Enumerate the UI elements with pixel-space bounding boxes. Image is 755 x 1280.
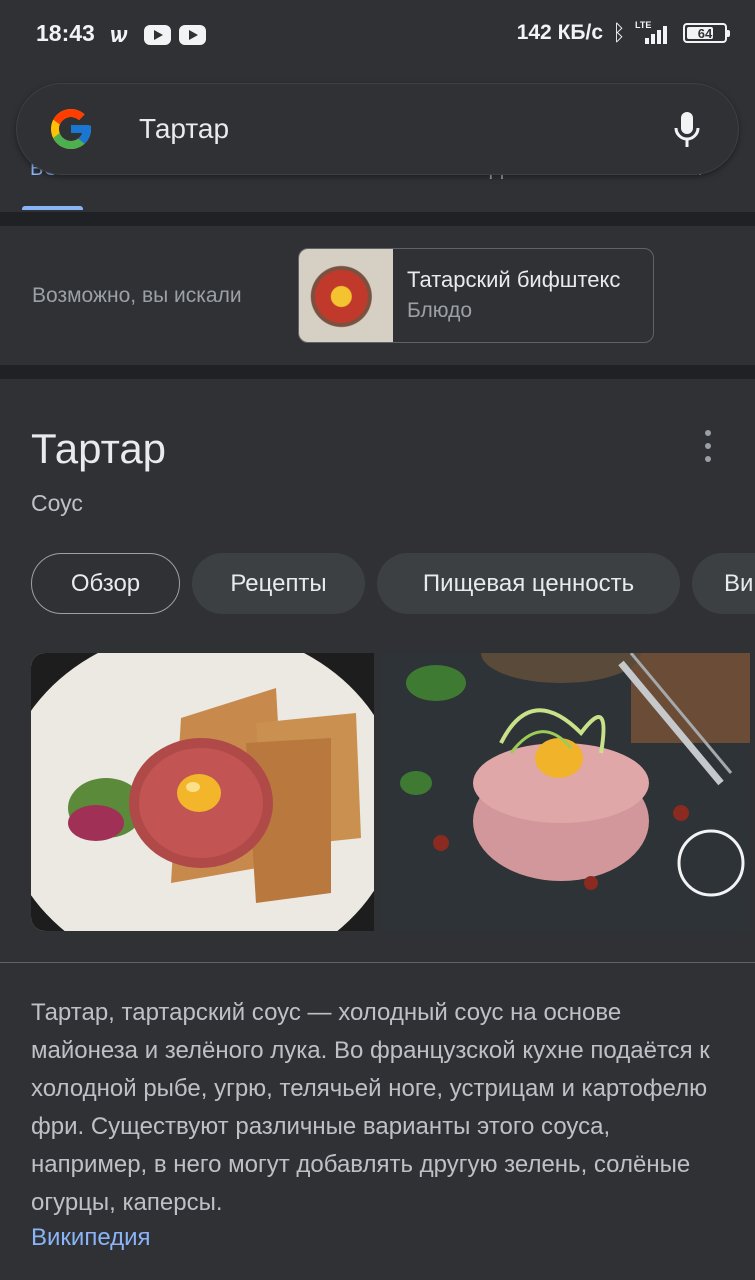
battery-icon: 64 [683,23,730,43]
youtube-icon [179,25,206,45]
search-bar[interactable]: Тартар [16,83,739,175]
chip-nutrition[interactable]: Пищевая ценность [377,553,680,614]
tartare-thumbnail-image [299,249,393,342]
battery-level: 64 [697,25,713,41]
w-icon: ѡ [110,22,128,47]
chip-overview[interactable]: Обзор [31,553,180,614]
knowledge-panel-description: Тартар, тартарский соус — холодный соус … [31,999,710,1216]
tartare-image-2[interactable] [381,653,750,931]
network-speed: 142 КБ/с [516,21,603,44]
did-you-mean-title: Татарский бифштекс [407,267,621,292]
section-divider [0,212,755,226]
did-you-mean-card[interactable]: Татарский бифштекс Блюдо [298,248,654,343]
google-logo-icon [51,109,91,149]
lte-label: LTE [635,20,652,30]
notification-icons: ѡ [110,22,206,48]
bluetooth-icon: ᛒ [612,20,626,45]
did-you-mean-label: Возможно, вы искали [32,284,242,307]
more-options-icon[interactable] [700,430,716,462]
wikipedia-link[interactable]: Википедия [31,1224,151,1252]
knowledge-panel-subtitle: Соус [31,490,83,516]
did-you-mean-subtitle: Блюдо [407,299,473,322]
status-time: 18:43 [36,20,95,46]
chip-video[interactable]: Ви [692,553,755,614]
youtube-icon [144,25,171,45]
search-input[interactable]: Тартар [139,113,229,145]
tartare-image-1[interactable] [31,653,374,931]
knowledge-panel-title: Тартар [31,425,167,472]
section-divider [0,365,755,379]
chip-recipes[interactable]: Рецепты [192,553,365,614]
active-tab-indicator [22,206,83,210]
status-bar: 18:43 ѡ 142 КБ/с ᛒ LTE 64 [0,0,755,68]
signal-icon: LTE [635,20,675,44]
status-right: 142 КБ/с ᛒ LTE 64 [516,20,730,46]
divider [0,962,755,963]
microphone-icon[interactable] [672,110,702,150]
knowledge-panel-chips: Обзор Рецепты Пищевая ценность Ви [31,553,755,615]
